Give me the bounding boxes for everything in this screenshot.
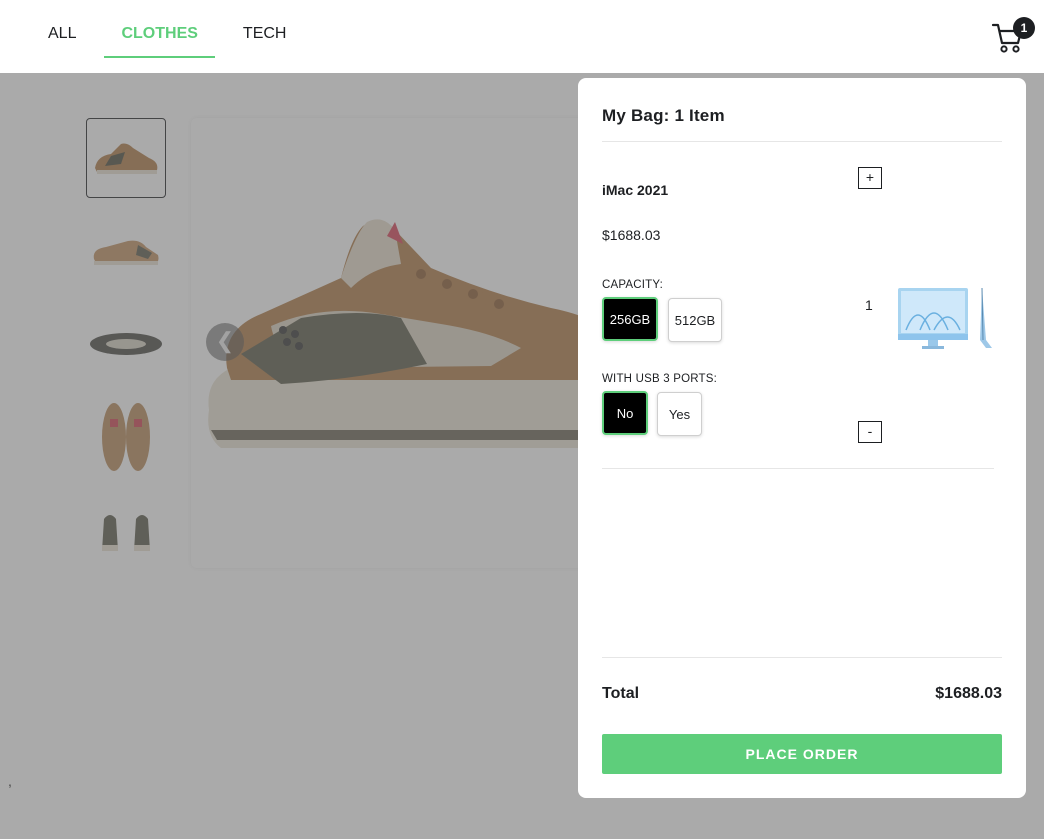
cart-item-quantity: 1 bbox=[865, 297, 873, 313]
attribute-label-usb-ports: WITH USB 3 PORTS: bbox=[602, 373, 718, 385]
total-value: $1688.03 bbox=[935, 685, 1002, 702]
place-order-button[interactable]: PLACE ORDER bbox=[602, 734, 1002, 774]
cart-item-image bbox=[896, 286, 996, 352]
nav-item-clothes[interactable]: CLOTHES bbox=[104, 0, 216, 73]
nav-item-all[interactable]: ALL bbox=[32, 0, 92, 73]
cart-count-badge: 1 bbox=[1013, 17, 1035, 39]
cart-item-price: $1688.03 bbox=[602, 227, 661, 243]
decrease-quantity-button[interactable]: - bbox=[858, 421, 882, 443]
total-label: Total bbox=[602, 685, 640, 702]
nav-item-tech[interactable]: TECH bbox=[227, 0, 303, 73]
attribute-option-no[interactable]: No bbox=[602, 391, 648, 435]
attribute-option-yes[interactable]: Yes bbox=[657, 392, 702, 436]
imac-image bbox=[898, 287, 992, 349]
header: ALL CLOTHES TECH 1 bbox=[0, 0, 1044, 73]
divider bbox=[602, 657, 1002, 658]
increase-quantity-button[interactable]: + bbox=[858, 167, 882, 189]
cart-panel: My Bag: 1 Item iMac 2021 $1688.03 CAPACI… bbox=[578, 78, 1026, 798]
attribute-option-512gb[interactable]: 512GB bbox=[668, 298, 722, 342]
attribute-label-capacity: CAPACITY: bbox=[602, 279, 664, 291]
category-nav: ALL CLOTHES TECH bbox=[32, 0, 302, 73]
cart-item-name: iMac 2021 bbox=[602, 182, 669, 198]
divider bbox=[602, 468, 994, 469]
divider bbox=[602, 141, 1002, 142]
bag-title: My Bag: 1 Item bbox=[602, 106, 725, 125]
attribute-option-256gb[interactable]: 256GB bbox=[602, 297, 658, 341]
